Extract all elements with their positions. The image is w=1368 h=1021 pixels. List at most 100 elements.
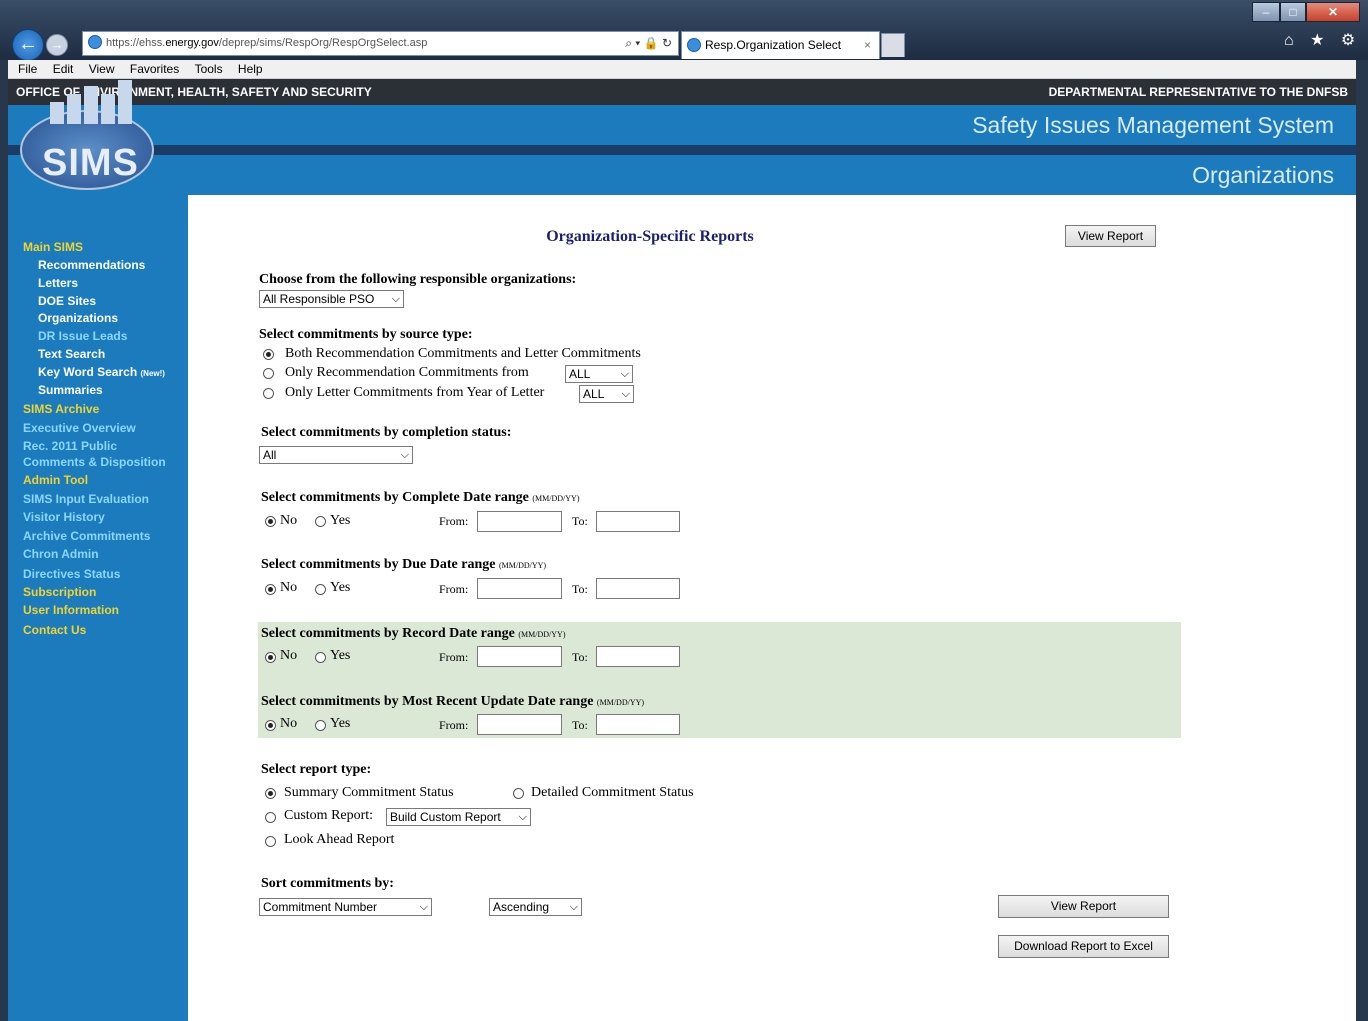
menu-tools[interactable]: Tools [195, 60, 223, 78]
record-to-input[interactable] [596, 646, 680, 667]
update-date-text: Select commitments by Most Recent Update… [261, 694, 594, 709]
maximize-button[interactable]: □ [1280, 2, 1306, 22]
sort-label: Sort commitments by: [261, 876, 394, 891]
due-from-input[interactable] [477, 578, 562, 599]
org-select-value: All Responsible PSO [263, 292, 375, 306]
record-date-yes-radio[interactable] [315, 652, 326, 663]
sort-order-value: Ascending [493, 900, 550, 914]
record-date-no-radio[interactable] [265, 652, 276, 663]
sidebar-item-recommendations[interactable]: Recommendations [38, 258, 145, 273]
report-lookahead-label: Look Ahead Report [284, 832, 395, 847]
sidebar-item-visitor-history[interactable]: Visitor History [23, 510, 105, 525]
complete-to-input[interactable] [596, 511, 680, 532]
complete-date-yes-radio[interactable] [315, 516, 326, 527]
complete-date-label: Select commitments by Complete Date rang… [261, 490, 579, 506]
toolbar-icons[interactable]: ⌂ ★ ⚙ [1284, 30, 1361, 50]
update-date-no-radio[interactable] [265, 720, 276, 731]
menu-edit[interactable]: Edit [53, 60, 74, 78]
chevron-down-icon: ⌵ [419, 901, 428, 913]
complete-date-no-radio[interactable] [265, 516, 276, 527]
sidebar-item-chron-admin[interactable]: Chron Admin [23, 547, 99, 562]
sidebar-item-letters[interactable]: Letters [38, 276, 78, 291]
close-window-button[interactable]: ✕ [1306, 2, 1360, 22]
menu-favorites[interactable]: Favorites [130, 60, 179, 78]
no-label: No [280, 513, 298, 528]
sidebar-item-sims-archive[interactable]: SIMS Archive [23, 402, 99, 417]
sidebar-item-contact-us[interactable]: Contact Us [23, 623, 86, 638]
sidebar-item-subscription[interactable]: Subscription [23, 585, 96, 600]
sidebar-item-executive-overview[interactable]: Executive Overview [23, 421, 136, 436]
sidebar-item-key-word-search[interactable]: Key Word Search (New!) [38, 365, 165, 381]
menu-help[interactable]: Help [238, 60, 263, 78]
sidebar-item-user-information[interactable]: User Information [23, 603, 119, 618]
menu-bar: File Edit View Favorites Tools Help [8, 60, 1356, 79]
due-date-no-radio[interactable] [265, 584, 276, 595]
sort-by-value: Commitment Number [263, 900, 378, 914]
to-label: To: [572, 582, 588, 596]
source-type-label: Select commitments by source type: [259, 327, 473, 342]
sidebar-item-doe-sites[interactable]: DOE Sites [38, 294, 96, 309]
report-detailed-radio[interactable] [513, 788, 524, 799]
report-detailed-label: Detailed Commitment Status [531, 785, 694, 800]
download-excel-button[interactable]: Download Report to Excel [998, 935, 1169, 958]
due-date-yes-radio[interactable] [315, 584, 326, 595]
sort-order-select[interactable]: Ascending ⌵ [489, 898, 582, 916]
chevron-down-icon: ⌵ [518, 811, 527, 823]
close-tab-icon[interactable]: × [864, 32, 871, 59]
sidebar-item-organizations[interactable]: Organizations [38, 311, 118, 326]
sidebar-item-dr-issue-leads[interactable]: DR Issue Leads [38, 329, 127, 344]
report-custom-radio[interactable] [265, 812, 276, 823]
completion-status-select[interactable]: All ⌵ [259, 446, 413, 464]
banner-stripe [8, 145, 1356, 155]
sidebar-item-text-search[interactable]: Text Search [38, 347, 105, 362]
sidebar-item-archive-commitments[interactable]: Archive Commitments [23, 529, 150, 544]
letter-year-select[interactable]: ALL ⌵ [579, 385, 634, 403]
complete-from-input[interactable] [477, 511, 562, 532]
address-bar-icons[interactable]: ⌕ ▾ 🔒 ↻ [625, 32, 672, 55]
record-from-input[interactable] [477, 646, 562, 667]
custom-report-select[interactable]: Build Custom Report ⌵ [386, 808, 531, 826]
source-both-label: Both Recommendation Commitments and Lett… [285, 346, 641, 361]
source-rec-radio[interactable] [263, 368, 274, 379]
report-summary-radio[interactable] [265, 788, 276, 799]
due-date-text: Select commitments by Due Date range [261, 557, 496, 572]
responsible-org-select[interactable]: All Responsible PSO ⌵ [259, 290, 404, 308]
report-type-label: Select report type: [261, 762, 372, 777]
source-letter-radio[interactable] [263, 388, 274, 399]
address-bar[interactable]: https://ehss.energy.gov/deprep/sims/Resp… [82, 31, 679, 56]
back-arrow-icon[interactable]: ← [12, 29, 44, 61]
update-from-input[interactable] [477, 714, 562, 735]
sidebar-item-summaries[interactable]: Summaries [38, 383, 103, 398]
sidebar-item-directives-status[interactable]: Directives Status [23, 567, 120, 582]
sidebar: Main SIMS Recommendations Letters DOE Si… [8, 195, 188, 1021]
menu-view[interactable]: View [89, 60, 115, 78]
yes-label: Yes [330, 716, 351, 731]
update-date-yes-radio[interactable] [315, 720, 326, 731]
report-lookahead-radio[interactable] [265, 836, 276, 847]
update-to-input[interactable] [596, 714, 680, 735]
sidebar-item-comments-disposition[interactable]: Comments & Disposition [23, 455, 166, 470]
source-both-radio[interactable] [263, 349, 274, 360]
tab-resp-organization-select[interactable]: Resp.Organization Select × [681, 31, 880, 59]
view-report-button[interactable]: View Report [998, 895, 1169, 918]
chevron-down-icon: ⌵ [391, 293, 400, 305]
forward-arrow-icon[interactable]: → [46, 34, 68, 56]
due-to-input[interactable] [596, 578, 680, 599]
chevron-down-icon: ⌵ [569, 901, 578, 913]
sims-logo[interactable]: SIMS [20, 80, 154, 190]
yes-label: Yes [330, 513, 351, 528]
view-report-button-top[interactable]: View Report [1065, 225, 1156, 247]
sidebar-item-admin-tool[interactable]: Admin Tool [23, 473, 88, 488]
rec-source-select[interactable]: ALL ⌵ [565, 365, 633, 383]
sidebar-item-sims-input-evaluation[interactable]: SIMS Input Evaluation [23, 492, 149, 507]
minimize-button[interactable]: – [1252, 2, 1280, 22]
sidebar-item-rec-2011-public[interactable]: Rec. 2011 Public [23, 439, 117, 454]
url-text: https://ehss.energy.gov/deprep/sims/Resp… [106, 37, 428, 49]
sort-by-select[interactable]: Commitment Number ⌵ [259, 898, 432, 916]
nav-buttons: ← → [12, 29, 82, 61]
letter-year-value: ALL [583, 387, 605, 401]
new-tab-button[interactable] [881, 33, 905, 57]
menu-file[interactable]: File [18, 60, 37, 78]
complete-date-text: Select commitments by Complete Date rang… [261, 490, 529, 505]
yes-label: Yes [330, 648, 351, 663]
